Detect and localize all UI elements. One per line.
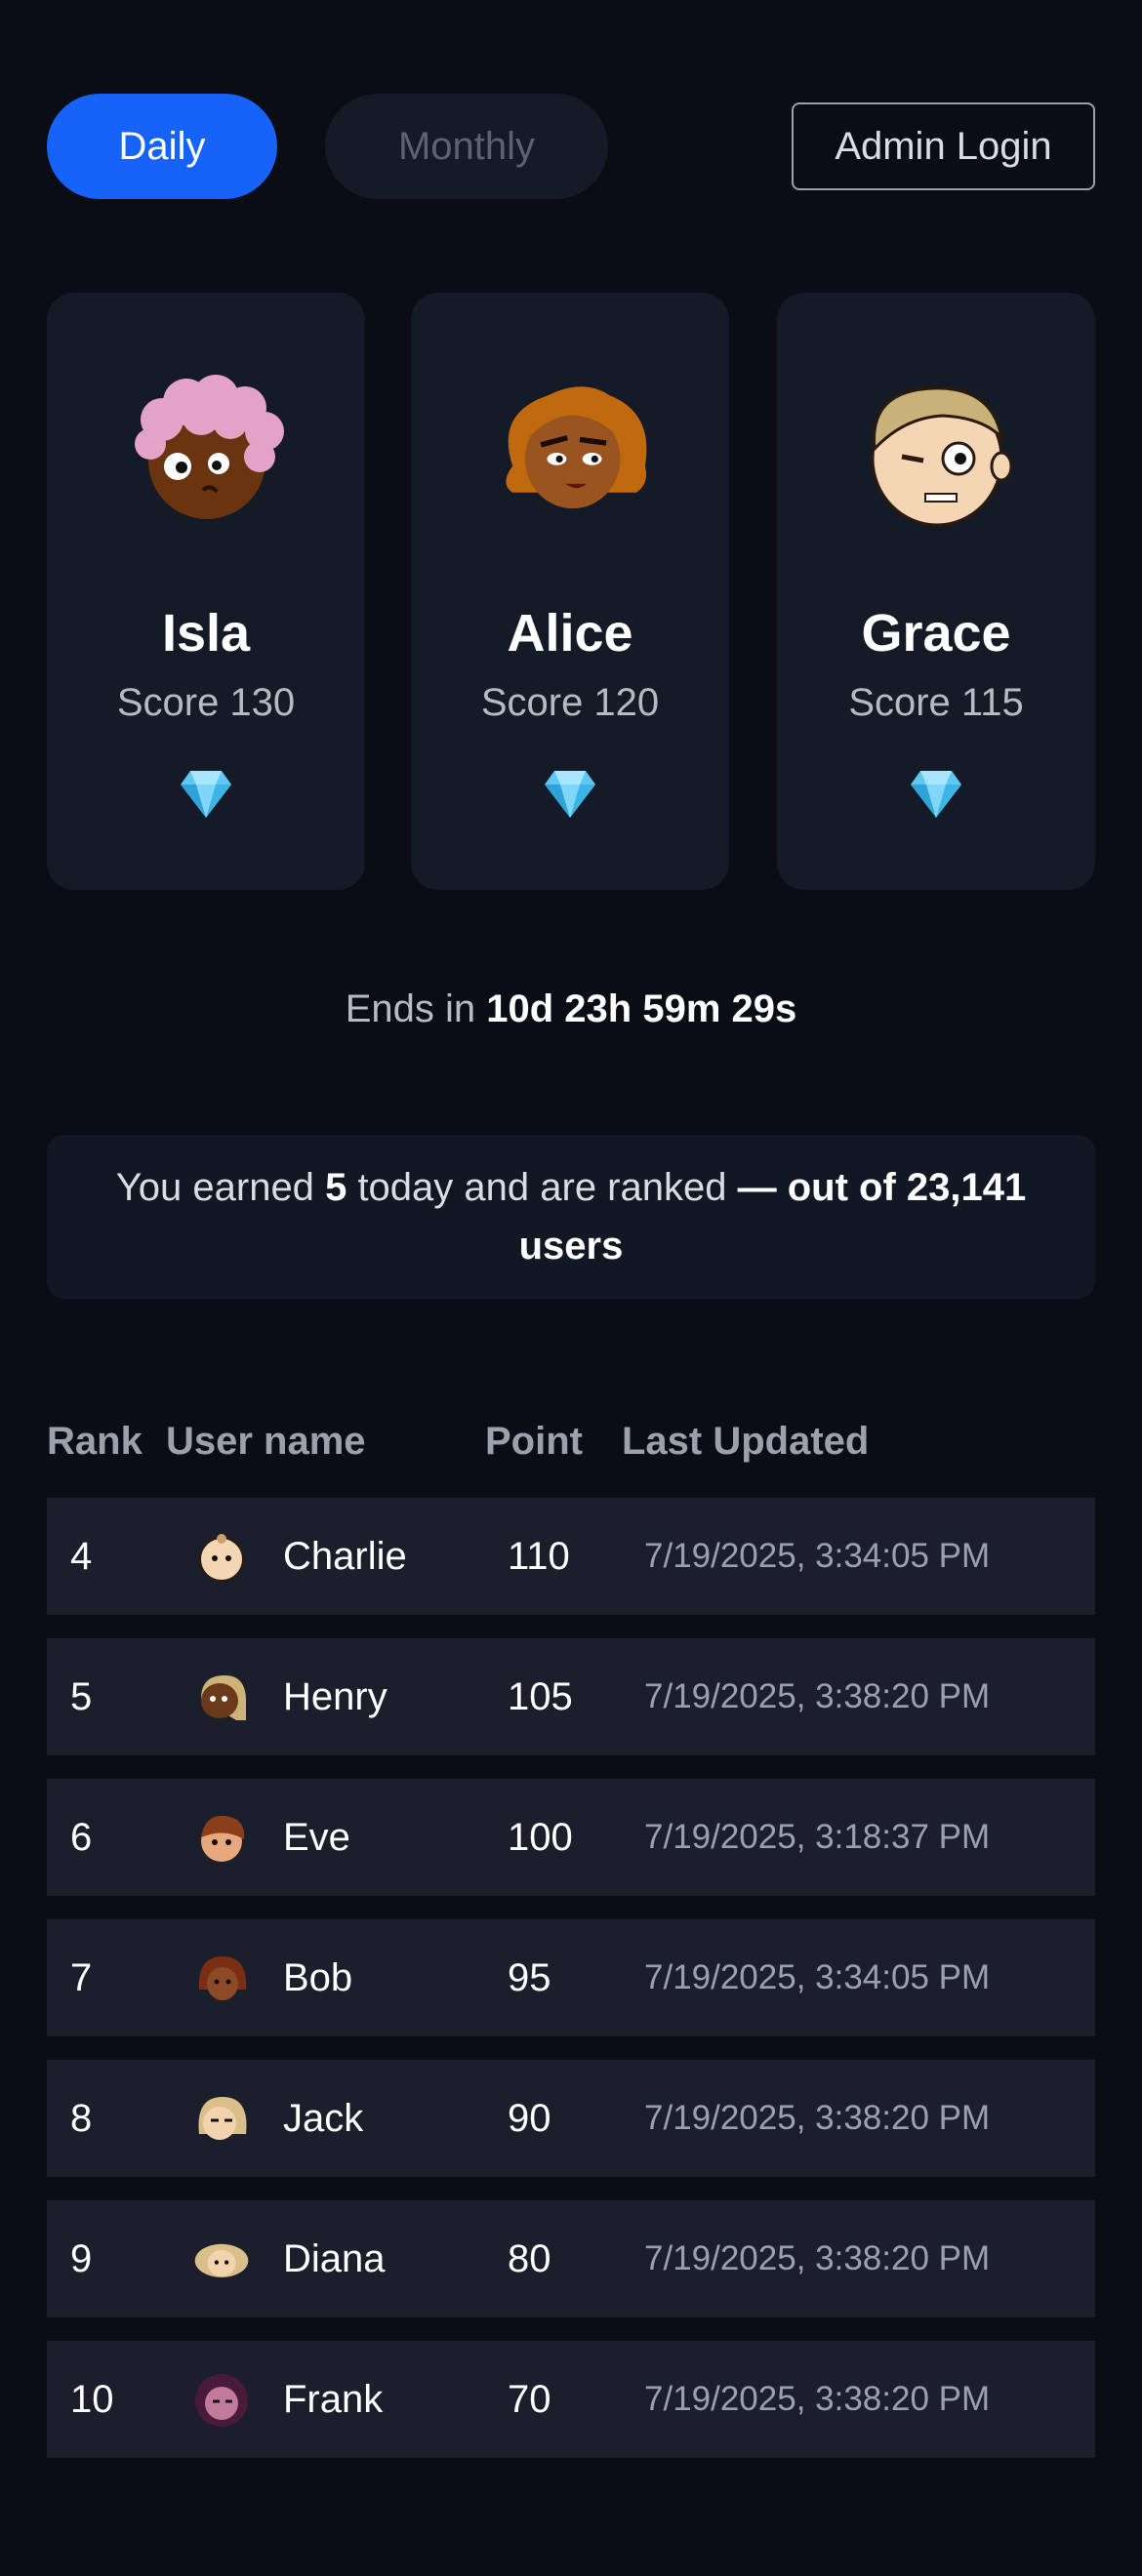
row-rank: 6 bbox=[70, 1816, 93, 1859]
table-row[interactable]: 9 Diana 80 7/19/2025, 3:38:20 PM bbox=[47, 2200, 1095, 2317]
countdown-prefix: Ends in bbox=[345, 987, 476, 1030]
row-points: 100 bbox=[508, 1816, 573, 1859]
row-updated: 7/19/2025, 3:38:20 PM bbox=[644, 2239, 991, 2277]
top-bar: Daily Monthly Admin Login bbox=[47, 94, 1095, 199]
row-username: Diana bbox=[283, 2237, 386, 2280]
header-user: User name bbox=[166, 1420, 366, 1463]
row-updated: 7/19/2025, 3:38:20 PM bbox=[644, 2380, 991, 2418]
row-username: Henry bbox=[283, 1675, 387, 1718]
podium-name: Alice bbox=[507, 604, 633, 663]
row-points: 105 bbox=[508, 1675, 573, 1718]
table-row[interactable]: 8 Jack 90 7/19/2025, 3:38:20 PM bbox=[47, 2060, 1095, 2177]
row-rank: 5 bbox=[70, 1675, 93, 1718]
row-updated: 7/19/2025, 3:34:05 PM bbox=[644, 1537, 991, 1575]
diamond-icon bbox=[909, 769, 963, 820]
diamond-icon bbox=[179, 769, 233, 820]
row-username: Eve bbox=[283, 1816, 350, 1859]
avatar bbox=[201, 1815, 245, 1862]
avatar bbox=[194, 2243, 249, 2277]
row-rank: 10 bbox=[70, 2378, 114, 2421]
podium: Isla Score 130 Alice Score 120 Grace Sco… bbox=[47, 293, 1095, 890]
avatar bbox=[135, 375, 284, 519]
table-row[interactable]: 4 Charlie 110 7/19/2025, 3:34:05 PM bbox=[47, 1498, 1095, 1615]
row-rank: 7 bbox=[70, 1956, 93, 1999]
header-updated: Last Updated bbox=[622, 1420, 870, 1463]
row-username: Charlie bbox=[283, 1535, 407, 1578]
earned-amount: 5 bbox=[325, 1166, 347, 1209]
row-username: Frank bbox=[283, 2378, 384, 2421]
earned-text-1: You earned bbox=[115, 1166, 314, 1209]
avatar bbox=[199, 1534, 244, 1582]
podium-name: Grace bbox=[861, 604, 1011, 663]
leaderboard-table: 4 Charlie 110 7/19/2025, 3:34:05 PM 5 He… bbox=[47, 1498, 1095, 2481]
row-points: 70 bbox=[508, 2378, 551, 2421]
row-points: 90 bbox=[508, 2097, 551, 2140]
podium-card-second[interactable]: Alice Score 120 bbox=[411, 293, 729, 890]
row-rank: 9 bbox=[70, 2237, 93, 2280]
earned-text-2: today and are ranked bbox=[357, 1166, 727, 1209]
countdown: Ends in 10d 23h 59m 29s bbox=[0, 987, 1142, 1031]
avatar bbox=[201, 1675, 246, 1720]
countdown-value: 10d 23h 59m 29s bbox=[486, 987, 797, 1030]
table-row[interactable]: 10 Frank 70 7/19/2025, 3:38:20 PM bbox=[47, 2341, 1095, 2458]
row-username: Bob bbox=[283, 1956, 353, 1999]
row-updated: 7/19/2025, 3:38:20 PM bbox=[644, 1677, 991, 1715]
table-row[interactable]: 6 Eve 100 7/19/2025, 3:18:37 PM bbox=[47, 1779, 1095, 1896]
row-updated: 7/19/2025, 3:34:05 PM bbox=[644, 1958, 991, 1996]
row-points: 95 bbox=[508, 1956, 551, 1999]
row-updated: 7/19/2025, 3:18:37 PM bbox=[644, 1818, 991, 1856]
avatar bbox=[195, 2374, 248, 2427]
header-rank: Rank bbox=[47, 1420, 143, 1463]
podium-score: Score 120 bbox=[480, 681, 660, 724]
podium-name: Isla bbox=[161, 604, 251, 663]
row-rank: 8 bbox=[70, 2097, 93, 2140]
tab-monthly[interactable]: Monthly bbox=[325, 94, 608, 199]
tab-daily[interactable]: Daily bbox=[47, 94, 277, 199]
row-points: 80 bbox=[508, 2237, 551, 2280]
avatar bbox=[871, 386, 1013, 527]
avatar bbox=[198, 2097, 247, 2140]
row-updated: 7/19/2025, 3:38:20 PM bbox=[644, 2099, 991, 2137]
header-point: Point bbox=[485, 1420, 583, 1463]
avatar bbox=[198, 1956, 247, 2000]
podium-score: Score 130 bbox=[116, 681, 296, 724]
earned-summary: You earned 5 today and are ranked — out … bbox=[47, 1135, 1095, 1299]
podium-score: Score 115 bbox=[848, 681, 1024, 724]
table-header: Rank User name Point Last Updated bbox=[47, 1420, 1095, 1469]
podium-card-third[interactable]: Grace Score 115 bbox=[777, 293, 1095, 890]
podium-card-first[interactable]: Isla Score 130 bbox=[47, 293, 365, 890]
admin-login-button[interactable]: Admin Login bbox=[792, 102, 1095, 190]
row-rank: 4 bbox=[70, 1535, 93, 1578]
row-username: Jack bbox=[283, 2097, 364, 2140]
diamond-icon bbox=[543, 769, 597, 820]
avatar bbox=[506, 386, 647, 509]
row-points: 110 bbox=[508, 1535, 570, 1578]
table-row[interactable]: 7 Bob 95 7/19/2025, 3:34:05 PM bbox=[47, 1919, 1095, 2036]
table-row[interactable]: 5 Henry 105 7/19/2025, 3:38:20 PM bbox=[47, 1638, 1095, 1755]
